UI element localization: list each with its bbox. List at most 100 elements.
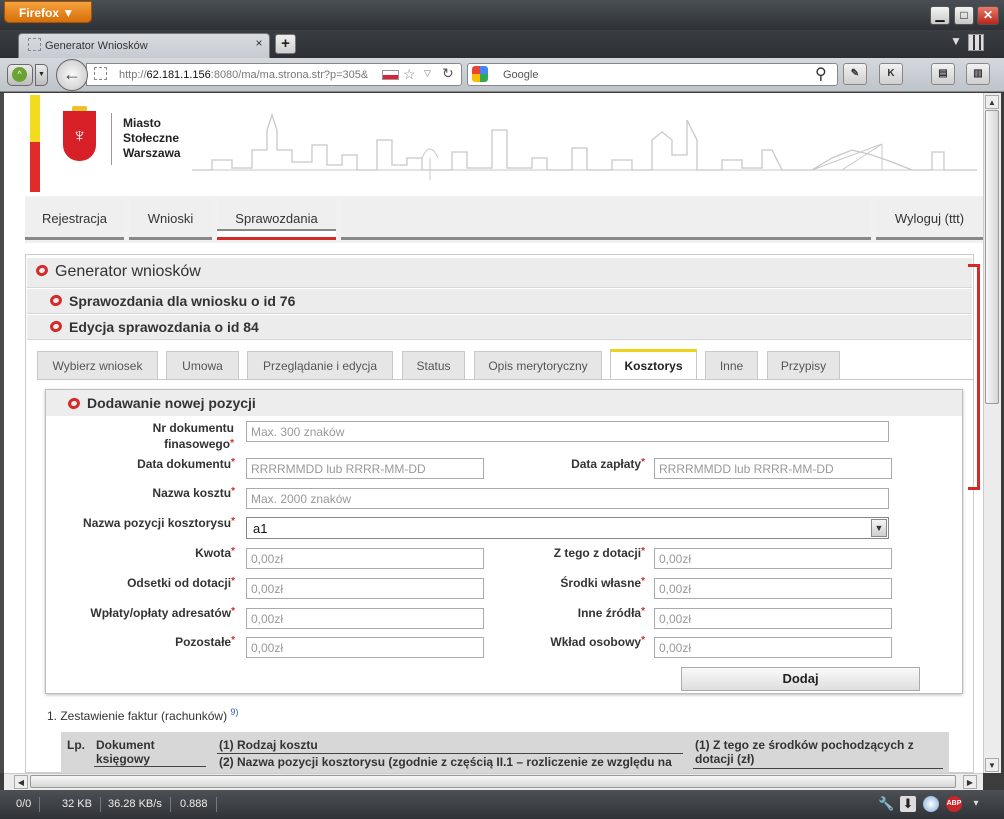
search-magnifier-icon[interactable]: ⚲ (815, 64, 827, 84)
tab-kosztorys[interactable]: Kosztorys (610, 349, 697, 379)
label-z-tego-dotacji: Z tego z dotacji* (553, 546, 645, 560)
data-zaplaty-input[interactable]: RRRRMMDD lub RRRR-MM-DD (654, 458, 892, 479)
globe-icon[interactable] (923, 796, 939, 812)
page-info-icon[interactable]: ▥ (966, 63, 990, 85)
close-window-button[interactable]: ✕ (977, 6, 999, 25)
scroll-right-icon[interactable]: ▶ (963, 775, 977, 789)
firefox-menu-button[interactable]: Firefox ▼ (4, 1, 92, 23)
form-title: Dodawanie nowej pozycji (87, 395, 256, 411)
browser-tab-active[interactable]: Generator Wniosków (18, 33, 270, 58)
tab-wybierz-wniosek[interactable]: Wybierz wniosek (37, 351, 158, 379)
inne-zrodla-input[interactable]: 0,00zł (654, 608, 892, 629)
red-side-bracket (968, 264, 980, 490)
tab-przegladanie[interactable]: Przeglądanie i edycja (247, 351, 393, 379)
status-time: 0.888 (172, 797, 217, 812)
search-bar[interactable]: Google (467, 63, 838, 86)
tab-opis[interactable]: Opis merytoryczny (474, 351, 602, 379)
label-text: Data zapłaty (571, 457, 642, 471)
nav-spacer (341, 198, 871, 240)
panel-title: Generator wniosków (55, 263, 201, 280)
label-nazwa-pozycji: Nazwa pozycji kosztorysu* (83, 516, 235, 530)
label-text: Nazwa kosztu (152, 486, 232, 500)
wrench-icon[interactable]: 🔧 (878, 796, 894, 812)
label-odsetki: Odsetki od dotacji* (127, 576, 235, 590)
scroll-up-icon[interactable]: ▲ (985, 95, 999, 109)
tab-umowa[interactable]: Umowa (166, 351, 239, 379)
header-underline (693, 768, 943, 769)
back-button[interactable]: ← (56, 59, 88, 91)
scroll-left-icon[interactable]: ◀ (14, 775, 28, 789)
add-button[interactable]: Dodaj (681, 667, 920, 691)
page-save-icon[interactable]: ▤ (931, 63, 955, 85)
tab-groups-icon[interactable] (968, 34, 984, 51)
label-data-zaplaty: Data zapłaty* (571, 457, 645, 471)
dropdown-icon[interactable]: ▾ (968, 796, 984, 812)
label-text: Z tego z dotacji (553, 546, 642, 560)
maximize-button[interactable]: □ (954, 6, 974, 25)
adblock-icon[interactable]: ABP (946, 796, 962, 812)
odsetki-input[interactable]: 0,00zł (246, 578, 484, 599)
city-logo-text: Miasto Stołeczne Warszawa (123, 116, 203, 161)
warsaw-crest-icon: ♆ (63, 111, 96, 161)
page-favicon-icon (28, 38, 41, 51)
k-extension-icon[interactable]: K (879, 63, 903, 85)
label-text: Nazwa pozycji kosztorysu (83, 516, 232, 530)
tab-przypisy[interactable]: Przypisy (767, 351, 840, 379)
footnote-link[interactable]: 9) (230, 707, 238, 717)
horizontal-scroll-thumb[interactable] (30, 775, 956, 788)
tab-baseline (37, 379, 973, 380)
label-text: Odsetki od dotacji (127, 576, 232, 590)
logo-divider (111, 113, 112, 165)
reload-icon[interactable]: ↻ (442, 65, 454, 82)
label-pozostale: Pozostałe* (175, 635, 235, 649)
window-titlebar (0, 0, 1004, 30)
vertical-scroll-thumb[interactable] (985, 110, 999, 404)
pozostale-input[interactable]: 0,00zł (246, 637, 484, 658)
scroll-down-icon[interactable]: ▼ (985, 758, 999, 772)
poland-flag-icon (382, 70, 399, 80)
logo-line: Miasto (123, 116, 162, 130)
wplaty-input[interactable]: 0,00zł (246, 608, 484, 629)
highlighter-icon[interactable]: ✎ (843, 63, 867, 85)
url-path: :8080/ma/ma.strona.str?p=305& (210, 69, 369, 81)
nav-rejestracja[interactable]: Rejestracja (25, 198, 124, 240)
url-history-dropdown-icon[interactable]: ▽ (424, 68, 431, 79)
kwota-input[interactable]: 0,00zł (246, 548, 484, 569)
tab-title: Generator Wniosków (45, 40, 148, 52)
nr-dokumentu-input[interactable]: Max. 300 znaków (246, 421, 889, 442)
nav-wnioski[interactable]: Wnioski (129, 198, 212, 240)
new-tab-button[interactable]: + (275, 34, 296, 54)
site-identity-icon[interactable] (94, 67, 107, 80)
srodki-wlasne-input[interactable]: 0,00zł (654, 578, 892, 599)
nazwa-kosztu-input[interactable]: Max. 2000 znaków (246, 488, 889, 509)
z-tego-dotacji-input[interactable]: 0,00zł (654, 548, 892, 569)
label-nr-dokumentu: Nr dokumentu finasowego* (152, 421, 234, 451)
bookmark-star-icon[interactable]: ☆ (403, 66, 416, 83)
header-underline (94, 766, 206, 767)
label-data-dokumentu: Data dokumentu* (137, 457, 235, 471)
label-srodki-wlasne: Środki własne* (560, 576, 645, 590)
tab-inne[interactable]: Inne (705, 351, 758, 379)
google-engine-icon[interactable] (472, 66, 488, 82)
edit-heading: Edycja sprawozdania o id 84 (69, 319, 259, 335)
label-text: Nr dokumentu finasowego (152, 421, 234, 451)
data-dokumentu-input[interactable]: RRRRMMDD lub RRRR-MM-DD (246, 458, 484, 479)
wklad-osobowy-input[interactable]: 0,00zł (654, 637, 892, 658)
search-placeholder: Google (503, 69, 539, 81)
label-kwota: Kwota* (195, 546, 235, 560)
tab-close-icon[interactable]: × (252, 36, 266, 50)
label-inne-zrodla: Inne źródła* (577, 606, 645, 620)
invoices-title: 1. Zestawienie faktur (rachunków) 9) (47, 707, 238, 723)
minimize-button[interactable]: ▁ (930, 6, 950, 25)
speed-dial-dropdown[interactable]: ▼ (35, 64, 48, 86)
tab-status[interactable]: Status (402, 351, 465, 379)
download-icon[interactable]: ⬇ (900, 796, 916, 812)
nav-wyloguj[interactable]: Wyloguj (ttt) (876, 198, 983, 240)
chevron-down-icon[interactable]: ▼ (871, 519, 887, 537)
nazwa-pozycji-select[interactable]: a1 (246, 517, 889, 539)
nav-sprawozdania[interactable]: Sprawozdania (217, 198, 336, 240)
reports-heading: Sprawozdania dla wniosku o id 76 (69, 293, 296, 309)
tab-list-menu-icon[interactable]: ▼ (946, 34, 966, 52)
label-wklad-osobowy: Wkład osobowy* (550, 635, 645, 649)
col-rodzaj: (1) Rodzaj kosztu (219, 738, 318, 752)
